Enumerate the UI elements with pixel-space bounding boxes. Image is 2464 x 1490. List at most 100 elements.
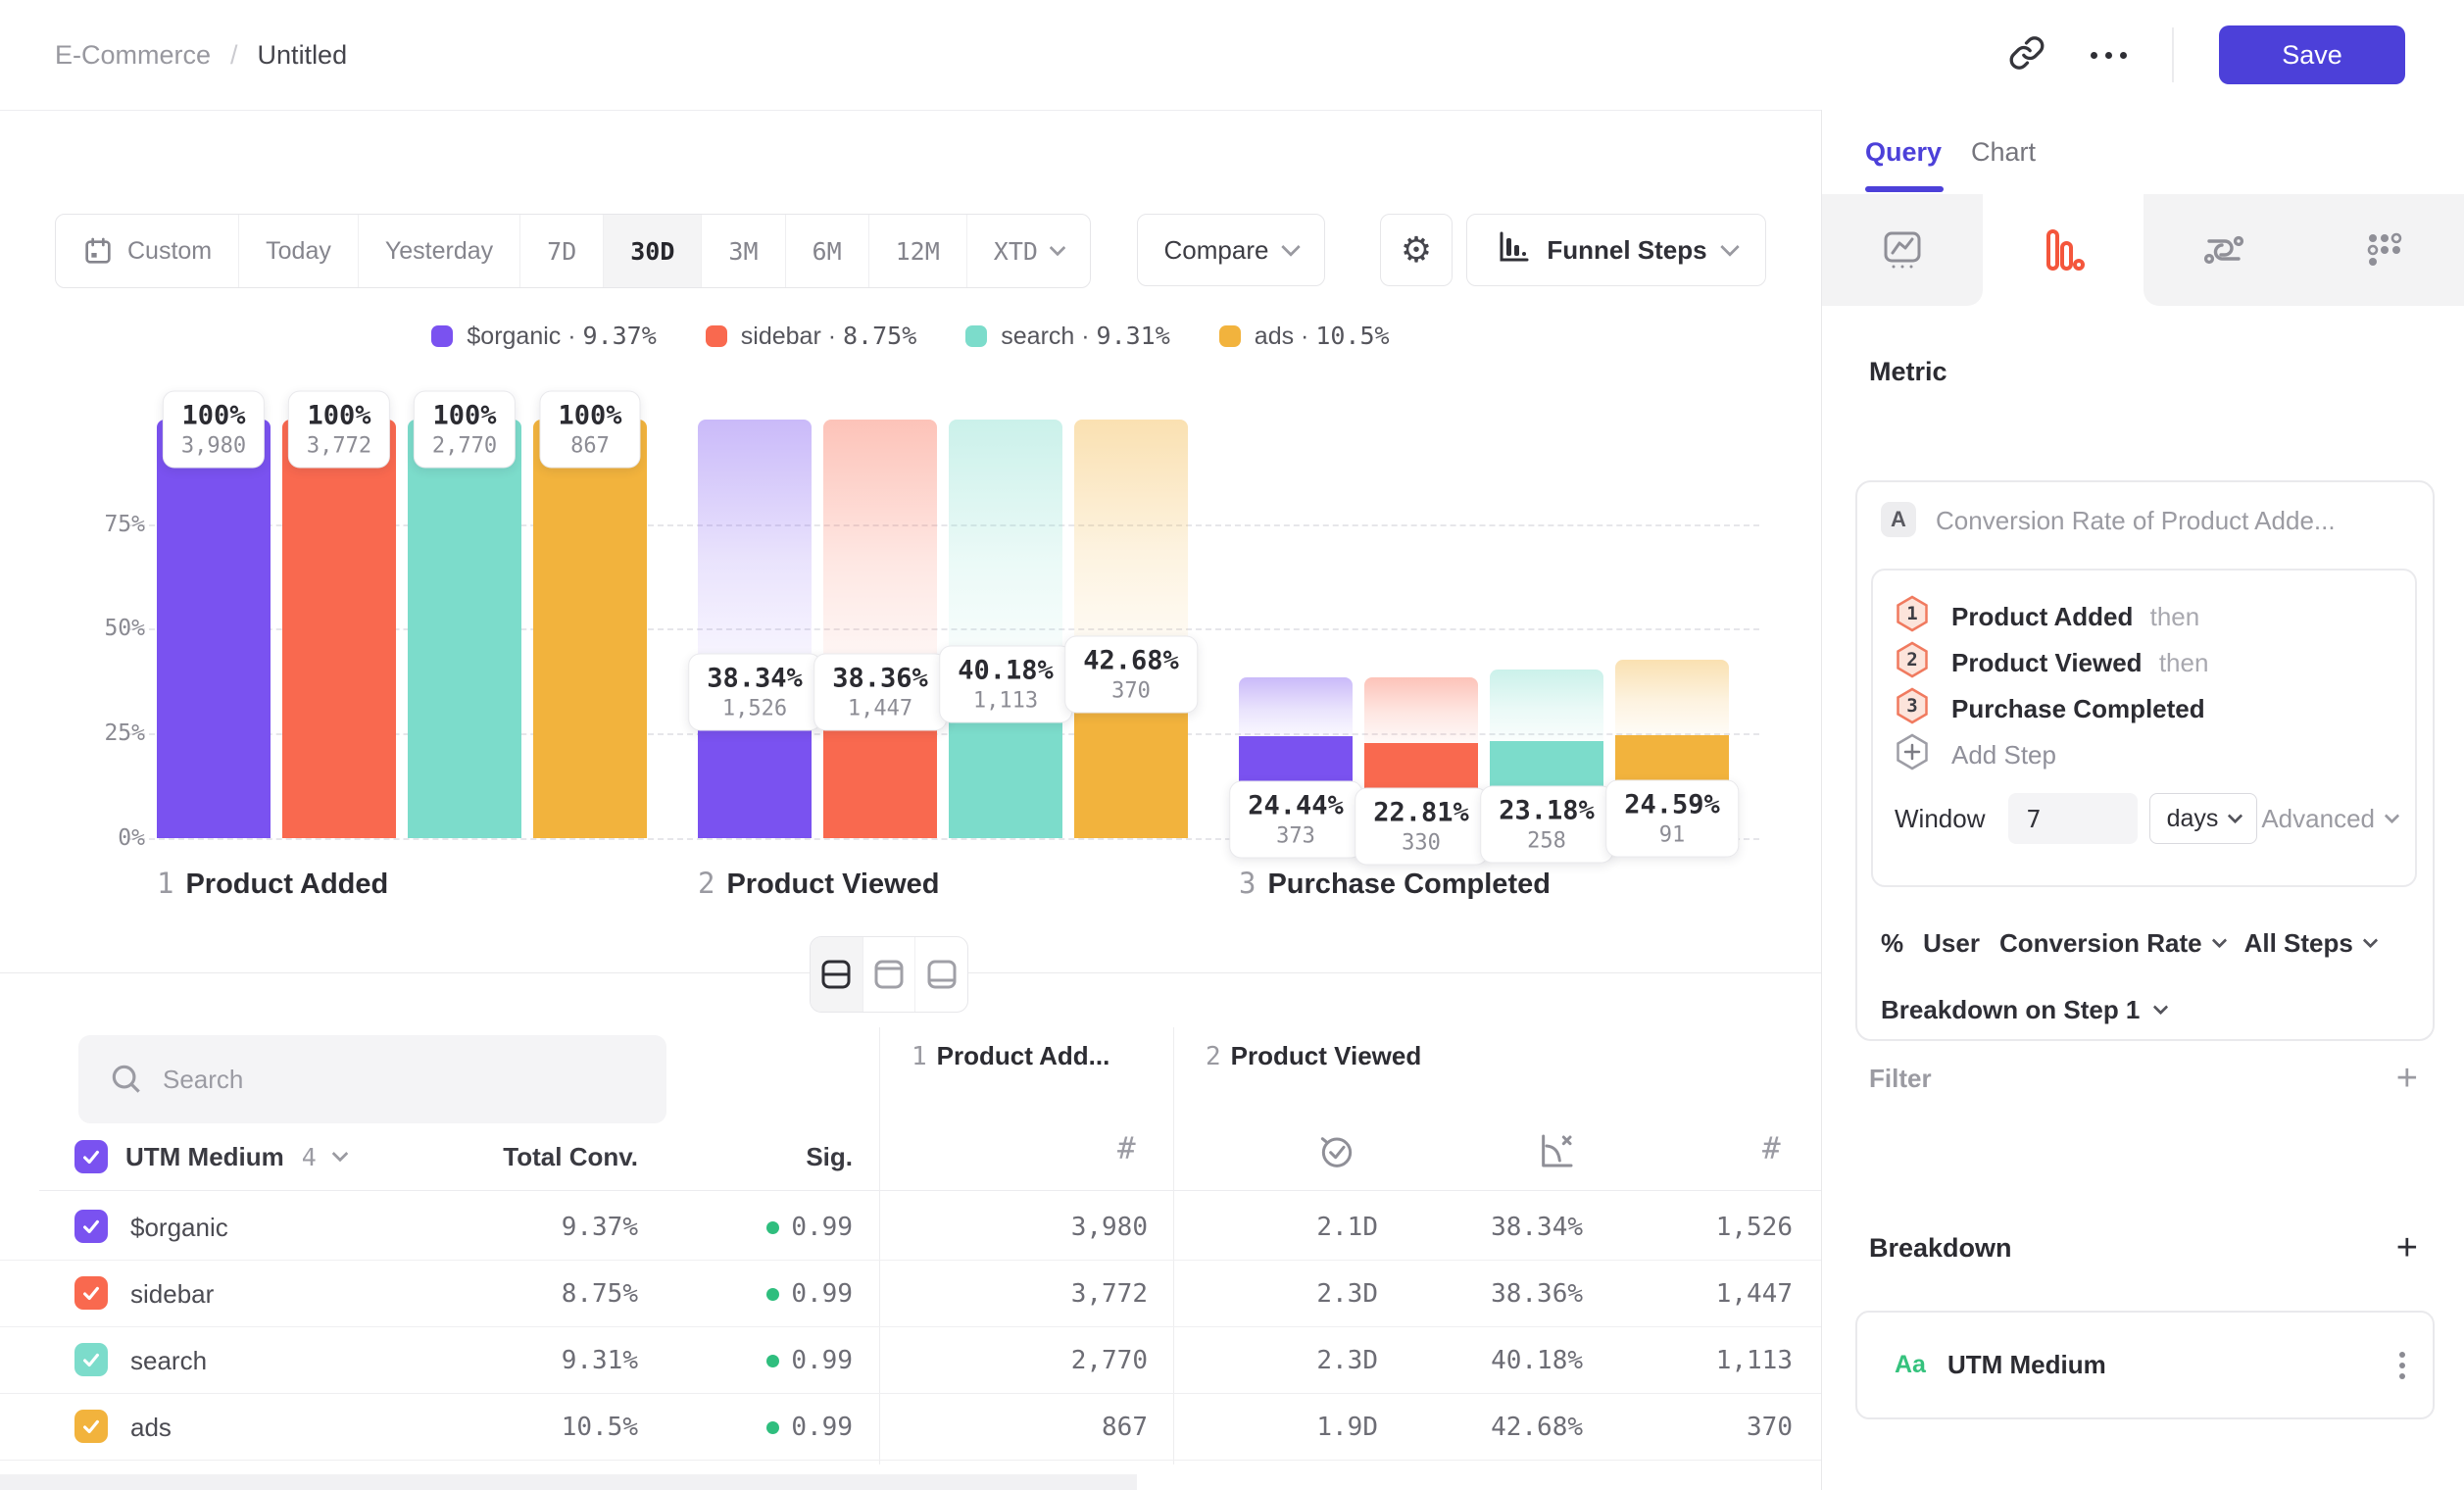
funnel-bar[interactable] <box>408 420 521 838</box>
cell-step2_count: 1,113 <box>1577 1327 1793 1394</box>
percent-icon[interactable]: % <box>1881 928 1903 959</box>
significance-dot <box>766 1421 779 1434</box>
page-title[interactable]: Untitled <box>258 40 348 71</box>
row-checkbox[interactable] <box>74 1343 108 1376</box>
row-checkbox[interactable] <box>74 1276 108 1310</box>
top-bar: E-Commerce / Untitled Save <box>0 0 2464 111</box>
copy-link-icon[interactable] <box>2008 34 2045 76</box>
counting-entity[interactable]: User <box>1923 928 1980 959</box>
cell-step2_time: 2.3D <box>1162 1261 1378 1327</box>
chevron-down-icon[interactable] <box>331 1146 348 1163</box>
select-all-checkbox[interactable] <box>74 1140 108 1173</box>
query-panel: Query Chart <box>1821 110 2464 1490</box>
funnel-report-page: E-Commerce / Untitled Save CustomTodayYe… <box>0 0 2464 1490</box>
divider <box>2172 27 2174 82</box>
panel-step-1[interactable]: 1Product Added then <box>1895 594 2199 640</box>
breakdown-column-header: UTM Medium 4 <box>74 1129 346 1184</box>
table-row[interactable]: ads10.5%8671.9D42.68%3700.99 <box>0 1394 1821 1461</box>
step-hexagon-badge: 3 <box>1895 686 1930 732</box>
funnels-report-tab-active[interactable] <box>1983 194 2144 306</box>
count-column-icon[interactable]: # <box>1762 1131 1781 1167</box>
cell-step2_count: 370 <box>1577 1394 1793 1461</box>
sig-header[interactable]: Sig. <box>637 1129 853 1184</box>
legend-item[interactable]: search · 9.31% <box>965 322 1170 351</box>
funnel-bar-dropoff <box>1490 670 1603 741</box>
insights-report-tab[interactable] <box>1822 194 1983 306</box>
more-menu-icon[interactable] <box>2091 52 2127 59</box>
total-conv-header[interactable]: Total Conv. <box>422 1129 638 1184</box>
range-button-custom[interactable]: Custom <box>56 215 239 287</box>
bar-value-label: 24.59%91 <box>1605 780 1739 858</box>
cell-step2_time: 2.1D <box>1162 1194 1378 1261</box>
time-to-convert-column-icon[interactable] <box>1317 1131 1356 1175</box>
range-button-30d[interactable]: 30D <box>604 215 702 287</box>
funnel-bar[interactable] <box>533 420 647 838</box>
range-button-xtd[interactable]: XTD <box>967 215 1090 287</box>
cell-step2_rate: 42.68% <box>1367 1394 1583 1461</box>
significance-dot <box>766 1355 779 1367</box>
legend-item[interactable]: ads · 10.5% <box>1219 322 1390 351</box>
chevron-down-icon <box>2385 808 2400 823</box>
cell-step1_count: 867 <box>932 1394 1148 1461</box>
tab-query[interactable]: Query <box>1865 137 1942 168</box>
kebab-menu-icon[interactable] <box>2399 1352 2405 1379</box>
funnel-bar[interactable] <box>157 420 271 838</box>
breakdown-on-step-select[interactable]: Breakdown on Step 1 <box>1881 982 2166 1037</box>
chart-type-label: Funnel Steps <box>1547 235 1706 266</box>
scrollbar-track[interactable] <box>0 1474 1137 1490</box>
chart-type-selector[interactable]: Funnel Steps <box>1466 214 1766 286</box>
table-step2-header: 2Product Viewed <box>1206 1041 1421 1071</box>
range-button-7d[interactable]: 7D <box>520 215 604 287</box>
legend-item[interactable]: sidebar · 8.75% <box>706 322 916 351</box>
window-unit-select[interactable]: days <box>2149 793 2257 844</box>
retention-report-tab[interactable] <box>2304 194 2464 306</box>
metric-title[interactable]: Conversion Rate of Product Adde... <box>1936 506 2336 536</box>
legend-swatch <box>1219 325 1241 347</box>
breadcrumb-separator: / <box>230 40 238 71</box>
search-input[interactable] <box>78 1035 666 1123</box>
layout-chart-only-button[interactable] <box>863 937 916 1012</box>
cell-total_conv: 8.75% <box>422 1261 638 1327</box>
table-row[interactable]: sidebar8.75%3,7722.3D38.36%1,4470.99 <box>0 1261 1821 1327</box>
legend-item[interactable]: $organic · 9.37% <box>431 322 656 351</box>
add-breakdown-button[interactable]: + <box>2396 1229 2418 1266</box>
save-button[interactable]: Save <box>2219 25 2405 84</box>
cell-total_conv: 9.37% <box>422 1194 638 1261</box>
chart-settings-button[interactable]: ⚙ <box>1380 214 1453 286</box>
flows-report-tab[interactable] <box>2144 194 2304 306</box>
compare-button[interactable]: Compare <box>1137 214 1325 286</box>
add-filter-button[interactable]: + <box>2396 1060 2418 1097</box>
table-row[interactable]: $organic9.37%3,9802.1D38.34%1,5260.99 <box>0 1194 1821 1261</box>
layout-table-only-button[interactable] <box>915 937 967 1012</box>
range-button-6m[interactable]: 6M <box>786 215 869 287</box>
table-row[interactable]: search9.31%2,7702.3D40.18%1,1130.99 <box>0 1327 1821 1394</box>
layout-split-button[interactable] <box>811 937 863 1012</box>
metric-letter-badge: A <box>1881 502 1916 537</box>
range-button-yesterday[interactable]: Yesterday <box>359 215 520 287</box>
scope-select[interactable]: All Steps <box>2244 928 2376 959</box>
row-checkbox[interactable] <box>74 1410 108 1443</box>
advanced-toggle[interactable]: Advanced <box>2261 804 2397 834</box>
funnel-bar[interactable] <box>282 420 396 838</box>
measurement-row: % User Conversion Rate All Steps <box>1881 916 2376 970</box>
cell-sig: 0.99 <box>637 1194 853 1261</box>
conversion-rate-column-icon[interactable] <box>1537 1131 1576 1175</box>
range-button-3m[interactable]: 3M <box>702 215 785 287</box>
measure-select[interactable]: Conversion Rate <box>1999 928 2225 959</box>
breakdown-property-card[interactable]: Aa UTM Medium <box>1855 1311 2435 1419</box>
add-step-button[interactable]: Add Step <box>1895 732 2056 778</box>
breadcrumb: E-Commerce / Untitled <box>55 0 347 110</box>
date-range-group: CustomTodayYesterday7D30D3M6M12MXTD <box>55 214 1091 288</box>
breakdown-column-label[interactable]: UTM Medium <box>125 1142 284 1172</box>
panel-step-2[interactable]: 2Product Viewed then <box>1895 640 2208 686</box>
window-value-input[interactable] <box>2008 793 2138 844</box>
range-button-12m[interactable]: 12M <box>869 215 967 287</box>
funnel-bar-dropoff <box>1074 420 1188 660</box>
tab-chart[interactable]: Chart <box>1971 137 2036 168</box>
panel-step-3[interactable]: 3Purchase Completed <box>1895 686 2205 732</box>
significance-dot <box>766 1221 779 1234</box>
count-column-icon[interactable]: # <box>1117 1131 1136 1167</box>
row-checkbox[interactable] <box>74 1210 108 1243</box>
breadcrumb-parent[interactable]: E-Commerce <box>55 40 211 71</box>
range-button-today[interactable]: Today <box>239 215 359 287</box>
